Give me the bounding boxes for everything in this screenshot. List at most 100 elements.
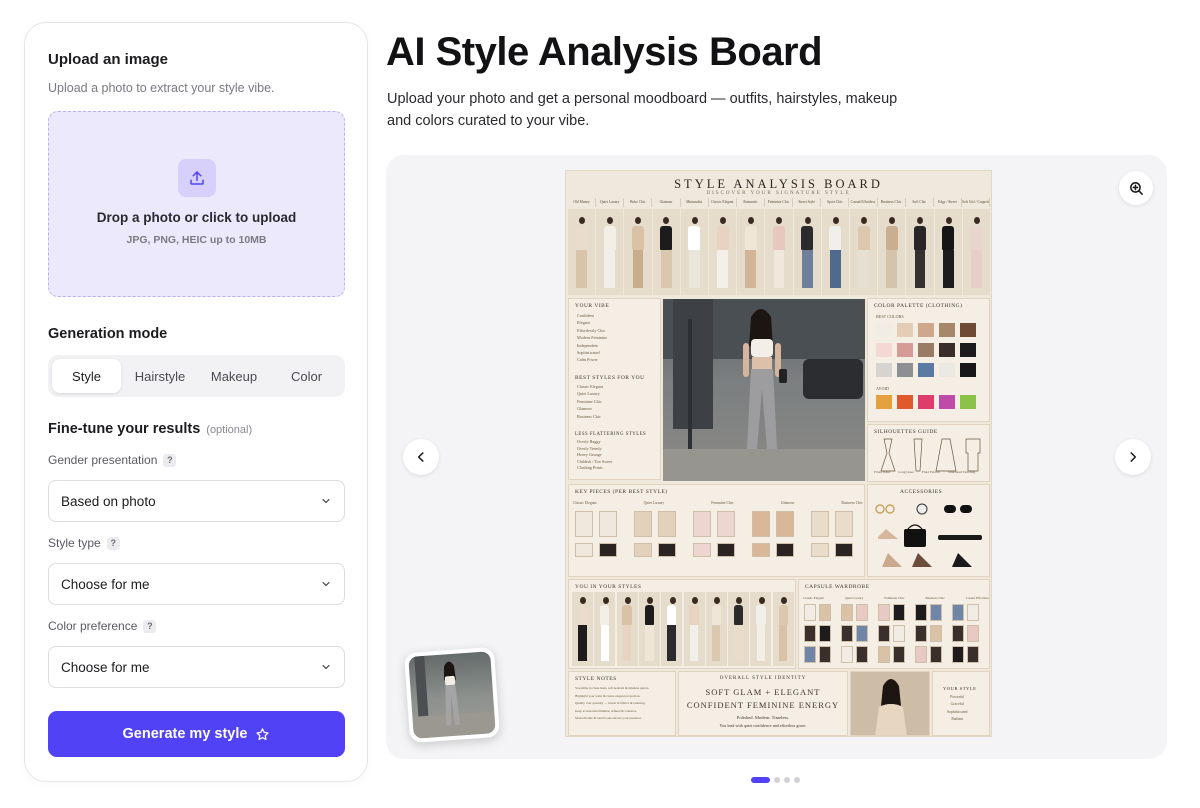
key-piece-item (776, 511, 794, 537)
key-piece-item (835, 543, 853, 557)
key-pieces-heading: KEY PIECES (PER BEST STYLE) (575, 489, 668, 495)
board-category-label: Soft Girl / Coquette (962, 198, 991, 207)
color-swatch (960, 343, 976, 357)
key-piece-item (835, 511, 853, 537)
upload-heading: Upload an image (48, 51, 169, 68)
page-title: AI Style Analysis Board (386, 30, 823, 74)
capsule-label: Casual Effortless (965, 596, 989, 600)
zoom-button[interactable] (1119, 171, 1153, 205)
color-swatch (939, 323, 955, 337)
you-style-figure (728, 592, 750, 666)
capsule-item (856, 604, 868, 621)
key-piece-item (599, 543, 617, 557)
silhouette-label: Long Lines (898, 470, 914, 474)
key-piece-label: Glamour (780, 501, 795, 505)
capsule-item (893, 604, 905, 621)
gender-label: Gender presentation ? (48, 453, 177, 467)
accessories-section: ACCESSORIES (867, 484, 990, 577)
vibe-item: Modern Feminine (577, 335, 608, 341)
capsule-label: Business Chic (925, 596, 945, 600)
style-figure (596, 209, 624, 295)
generate-button[interactable]: Generate my style (48, 711, 345, 757)
your-vibe-list: Confident Elegant Effortlessly Chic Mode… (577, 312, 607, 364)
upload-icon (178, 159, 216, 197)
gender-select[interactable]: Based on photo (48, 480, 345, 522)
style-figure (793, 209, 821, 295)
you-style-figure (638, 592, 660, 666)
tab-makeup[interactable]: Makeup (198, 359, 270, 393)
optional-label: (optional) (206, 424, 253, 436)
style-figure (652, 209, 680, 295)
capsule-item (819, 646, 831, 663)
help-icon[interactable]: ? (163, 453, 177, 467)
tab-hairstyle[interactable]: Hairstyle (124, 359, 196, 393)
help-icon[interactable]: ? (106, 536, 120, 550)
carousel-dot[interactable] (794, 777, 800, 783)
uploaded-photo (408, 651, 496, 739)
board-category-label: Street Style (793, 198, 822, 207)
fine-tune-title: Fine-tune your results (48, 421, 201, 437)
capsule-item (967, 646, 979, 663)
style-notes-heading: STYLE NOTES (575, 676, 617, 682)
you-style-figure (661, 592, 683, 666)
style-note: Highlight your waist & create elegant pr… (575, 693, 641, 698)
accessories-heading: ACCESSORIES (900, 489, 943, 495)
carousel-dot[interactable] (784, 777, 790, 783)
tab-style[interactable]: Style (52, 359, 121, 393)
vibe-item: Elegant (577, 320, 590, 326)
color-swatch (918, 363, 934, 377)
color-swatch (876, 323, 892, 337)
capsule-wardrobe-section: CAPSULE WARDROBE Classic Elegant Quiet L… (798, 579, 990, 669)
page-description: Upload your photo and get a personal moo… (387, 91, 898, 129)
avoid-colors-label: AVOID (876, 386, 889, 391)
uploaded-photo-thumbnail[interactable] (403, 646, 501, 744)
key-piece-item (693, 511, 711, 537)
silhouette-label: Fitted Waist (874, 470, 891, 474)
fine-tune-heading: Fine-tune your results (optional) (48, 421, 252, 437)
board-category-label: Glamour (652, 198, 681, 207)
you-style-figure (572, 592, 593, 666)
less-flattering-item: Heavy Grunge (577, 452, 602, 458)
capsule-labels: Classic Elegant Quiet Luxury Feminine Ch… (803, 595, 989, 602)
color-preference-select[interactable]: Choose for me (48, 646, 345, 688)
carousel-prev-button[interactable] (403, 439, 439, 475)
color-swatch (897, 343, 913, 357)
capsule-item (967, 604, 979, 621)
color-swatch (918, 323, 934, 337)
color-swatch (897, 363, 913, 377)
you-style-figure (616, 592, 638, 666)
tab-color[interactable]: Color (272, 359, 341, 393)
board-categories: Old Money Quiet Luxury Boho Chic Glamour Min… (568, 198, 991, 207)
capsule-item (915, 646, 927, 663)
avoid-color-swatch (960, 395, 976, 409)
less-flattering-item: Overly Trendy (577, 445, 602, 451)
carousel-dot[interactable] (774, 777, 780, 783)
upload-dropzone[interactable]: Drop a photo or click to upload JPG, PNG… (48, 111, 345, 297)
avoid-color-swatch (876, 395, 892, 409)
your-style-section: YOUR STYLE Powerful Graceful Sophisticat… (932, 671, 990, 736)
carousel-next-button[interactable] (1115, 439, 1151, 475)
key-piece-item (634, 543, 652, 557)
capsule-item (930, 646, 942, 663)
key-pieces-section: KEY PIECES (PER BEST STYLE) Classic Eleg… (568, 484, 865, 577)
style-figure (850, 209, 878, 295)
capsule-item (930, 604, 942, 621)
avoid-color-swatch (897, 395, 913, 409)
board-subtitle: DISCOVER YOUR SIGNATURE STYLE (706, 191, 851, 196)
capsule-item (841, 604, 853, 621)
your-style-list: Powerful Graceful Sophisticated Radiant (947, 694, 967, 724)
key-piece-item (575, 543, 593, 557)
uploaded-photo-illustration (412, 655, 496, 739)
you-in-styles-heading: YOU IN YOUR STYLES (575, 584, 642, 590)
identity-line2: CONFIDENT FEMININE ENERGY (686, 700, 840, 710)
key-piece-item (599, 511, 617, 537)
help-icon[interactable]: ? (143, 619, 157, 633)
avoid-color-swatch (918, 395, 934, 409)
key-piece-item (634, 511, 652, 537)
key-piece-item (752, 511, 770, 537)
key-piece-item (717, 543, 735, 557)
best-colors-label: BEST COLORS (876, 314, 904, 319)
style-type-select[interactable]: Choose for me (48, 563, 345, 605)
carousel-dot-active[interactable] (751, 777, 770, 783)
color-swatch (960, 363, 976, 377)
